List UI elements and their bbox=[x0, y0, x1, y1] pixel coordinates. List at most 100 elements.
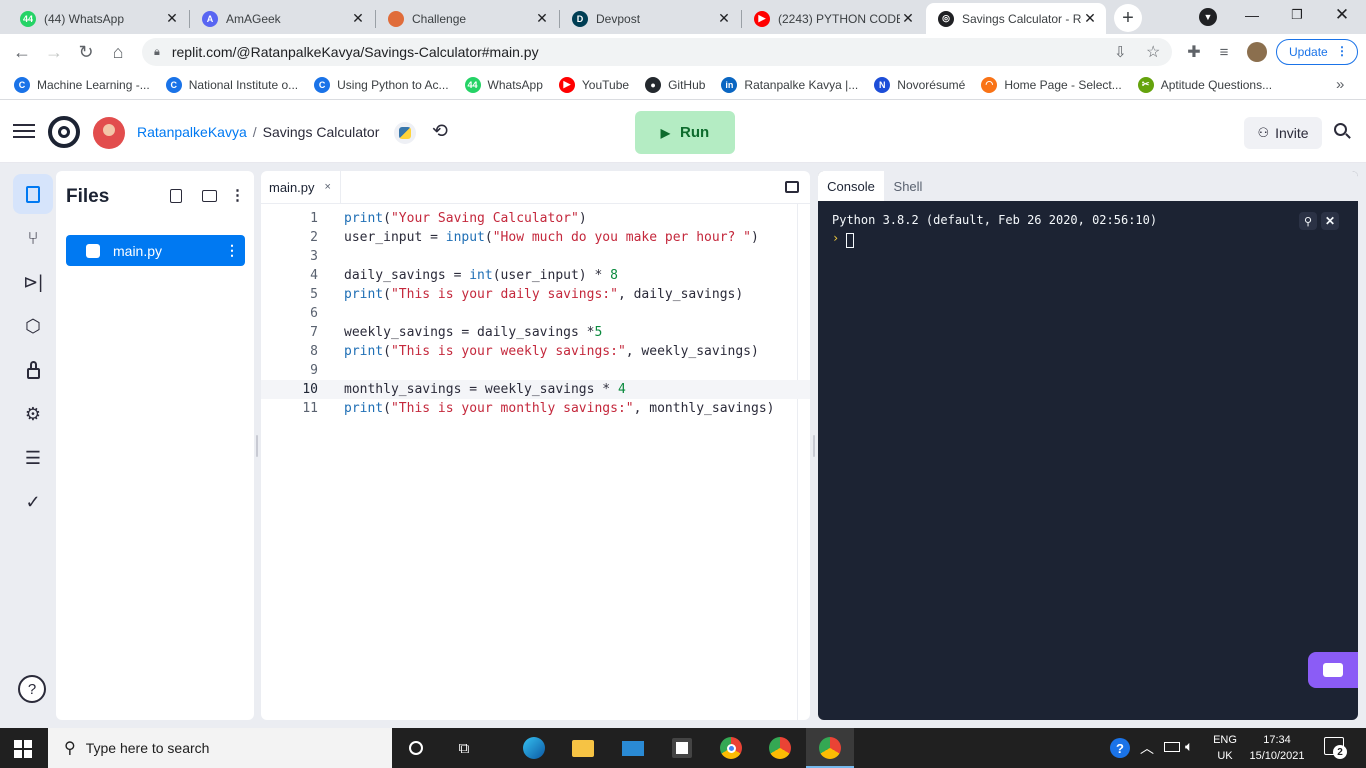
tab-close-icon[interactable]: ✕ bbox=[716, 10, 732, 27]
browser-tab[interactable]: ▶ (2243) PYTHON CODE ✕ bbox=[742, 3, 924, 34]
new-folder-icon[interactable] bbox=[202, 190, 217, 202]
profile-menu-icon[interactable]: ▼ bbox=[1199, 8, 1217, 26]
chrome-active-icon[interactable] bbox=[816, 734, 844, 762]
new-file-icon[interactable] bbox=[170, 189, 182, 203]
tab-close-icon[interactable]: ✕ bbox=[164, 10, 180, 27]
format-code-icon[interactable] bbox=[785, 181, 799, 193]
files-nav-icon[interactable] bbox=[13, 174, 53, 214]
console-clear-icon[interactable]: ✕ bbox=[1321, 212, 1339, 230]
search-icon[interactable] bbox=[1334, 123, 1352, 141]
code-line[interactable]: 8 print("This is your weekly savings:", w… bbox=[261, 342, 810, 361]
user-avatar[interactable] bbox=[93, 117, 125, 149]
console-cursor[interactable] bbox=[846, 233, 854, 248]
chat-feedback-button[interactable] bbox=[1308, 652, 1358, 688]
bookmark-item[interactable]: ◠ Home Page - Select... bbox=[981, 76, 1122, 93]
code-line[interactable]: 11 print("This is your monthly savings:",… bbox=[261, 399, 810, 418]
hamburger-menu-icon[interactable] bbox=[13, 120, 35, 142]
help-button[interactable]: ? bbox=[18, 675, 46, 703]
tab-close-icon[interactable]: ✕ bbox=[1082, 10, 1098, 27]
browser-tab[interactable]: D Devpost ✕ bbox=[560, 3, 740, 34]
task-view-icon[interactable]: ⧉ bbox=[450, 734, 478, 762]
chrome-icon[interactable] bbox=[717, 734, 745, 762]
update-button[interactable]: Update ⋮ bbox=[1276, 39, 1358, 65]
back-icon[interactable]: ← bbox=[6, 34, 38, 70]
new-tab-button[interactable]: + bbox=[1114, 4, 1142, 32]
code-line[interactable]: 9 bbox=[261, 361, 810, 380]
restore-icon[interactable]: ❐ bbox=[1282, 0, 1312, 30]
taskbar-search-box[interactable]: ⚲ Type here to search bbox=[48, 728, 392, 768]
bookmark-star-icon[interactable]: ☆ bbox=[1146, 42, 1160, 62]
code-line[interactable]: 4 daily_savings = int(user_input) * 8 bbox=[261, 266, 810, 285]
bookmark-item[interactable]: 44 WhatsApp bbox=[464, 76, 543, 93]
bookmark-item[interactable]: C Using Python to Ac... bbox=[314, 76, 449, 93]
bookmark-item[interactable]: in Ratanpalke Kavya |... bbox=[721, 76, 858, 93]
reload-icon[interactable]: ↻ bbox=[70, 34, 102, 70]
username-link[interactable]: RatanpalkeKavya bbox=[137, 124, 247, 140]
panel-resize-handle[interactable] bbox=[256, 435, 258, 457]
file-menu-icon[interactable]: ⋮ bbox=[225, 242, 239, 259]
volume-icon[interactable]: 🔈︎ bbox=[1185, 738, 1193, 755]
close-tab-icon[interactable]: × bbox=[325, 181, 331, 193]
version-control-icon[interactable]: ⑂ bbox=[13, 218, 53, 258]
code-line[interactable]: 3 bbox=[261, 247, 810, 266]
invite-button[interactable]: ⚇ Invite bbox=[1244, 117, 1322, 149]
settings-gear-icon[interactable]: ⚙ bbox=[13, 394, 53, 434]
mail-icon[interactable] bbox=[619, 734, 647, 762]
battery-icon[interactable] bbox=[1164, 742, 1180, 752]
bookmark-item[interactable]: ✂ Aptitude Questions... bbox=[1137, 76, 1272, 93]
python-language-icon[interactable] bbox=[394, 122, 416, 144]
browser-tab[interactable]: A AmAGeek ✕ bbox=[190, 3, 374, 34]
files-menu-icon[interactable]: ⋮ bbox=[230, 186, 245, 204]
code-line[interactable]: 10 monthly_savings = weekly_savings * 4 bbox=[261, 380, 810, 399]
code-line[interactable]: 5 print("This is your daily savings:", da… bbox=[261, 285, 810, 304]
browser-tab[interactable]: Challenge ✕ bbox=[376, 3, 558, 34]
run-button[interactable]: ▶ Run bbox=[635, 111, 735, 154]
install-icon[interactable]: ⇩ bbox=[1114, 43, 1127, 61]
browser-tab[interactable]: 44 (44) WhatsApp ✕ bbox=[8, 3, 188, 34]
tab-close-icon[interactable]: ✕ bbox=[350, 10, 366, 27]
replit-logo-icon[interactable] bbox=[48, 116, 80, 148]
tab-close-icon[interactable]: ✕ bbox=[534, 10, 550, 27]
debugger-icon[interactable]: ⊳| bbox=[13, 262, 53, 302]
packages-icon[interactable]: ⬡ bbox=[13, 306, 53, 346]
repl-name[interactable]: Savings Calculator bbox=[263, 124, 380, 140]
home-icon[interactable]: ⌂ bbox=[102, 34, 134, 70]
shell-tab[interactable]: Shell bbox=[884, 171, 932, 201]
tray-chevron-icon[interactable]: ︿ bbox=[1140, 738, 1154, 758]
code-line[interactable]: 2 user_input = input("How much do you mak… bbox=[261, 228, 810, 247]
console-search-icon[interactable]: ⚲ bbox=[1299, 212, 1317, 230]
editor-tab-main-py[interactable]: main.py × bbox=[261, 171, 341, 203]
media-control-icon[interactable]: ≡ bbox=[1208, 34, 1240, 70]
edge-icon[interactable] bbox=[520, 734, 548, 762]
code-line[interactable]: 6 bbox=[261, 304, 810, 323]
bookmark-item[interactable]: ▶ YouTube bbox=[558, 76, 629, 93]
language-indicator[interactable]: ENG UK bbox=[1212, 732, 1238, 764]
secrets-lock-icon[interactable] bbox=[13, 350, 53, 390]
forward-icon[interactable]: → bbox=[38, 34, 70, 70]
close-window-icon[interactable]: ✕ bbox=[1327, 0, 1357, 30]
bookmark-item[interactable]: N Novorésumé bbox=[874, 76, 965, 93]
file-explorer-icon[interactable] bbox=[569, 734, 597, 762]
cortana-icon[interactable] bbox=[402, 734, 430, 762]
bookmarks-more-icon[interactable]: » bbox=[1336, 76, 1344, 93]
code-line[interactable]: 7 weekly_savings = daily_savings *5 bbox=[261, 323, 810, 342]
browser-tab[interactable]: ◎ Savings Calculator - Re ✕ bbox=[926, 3, 1106, 34]
code-line[interactable]: 1 print("Your Saving Calculator") bbox=[261, 209, 810, 228]
chrome-profile-icon[interactable] bbox=[766, 734, 794, 762]
tab-close-icon[interactable]: ✕ bbox=[900, 10, 916, 27]
file-item-main-py[interactable]: main.py ⋮ bbox=[66, 235, 245, 266]
bookmark-item[interactable]: C National Institute o... bbox=[165, 76, 298, 93]
history-icon[interactable]: ⟲ bbox=[432, 120, 448, 143]
extensions-icon[interactable]: ✚ bbox=[1178, 34, 1210, 70]
unit-tests-check-icon[interactable]: ✓ bbox=[13, 482, 53, 522]
profile-avatar[interactable] bbox=[1247, 42, 1267, 62]
panel-resize-handle-2[interactable] bbox=[813, 435, 815, 457]
database-icon[interactable]: ☰ bbox=[13, 438, 53, 478]
address-bar[interactable]: 🔒︎ replit.com/@RatanpalkeKavya/Savings-C… bbox=[142, 38, 1172, 66]
console-tab[interactable]: Console bbox=[818, 171, 884, 201]
bookmark-item[interactable]: ● GitHub bbox=[645, 76, 705, 93]
minimize-icon[interactable]: — bbox=[1237, 0, 1267, 30]
help-tray-icon[interactable]: ? bbox=[1106, 734, 1134, 762]
bookmark-item[interactable]: C Machine Learning -... bbox=[14, 76, 150, 93]
windows-start-icon[interactable] bbox=[14, 740, 32, 758]
